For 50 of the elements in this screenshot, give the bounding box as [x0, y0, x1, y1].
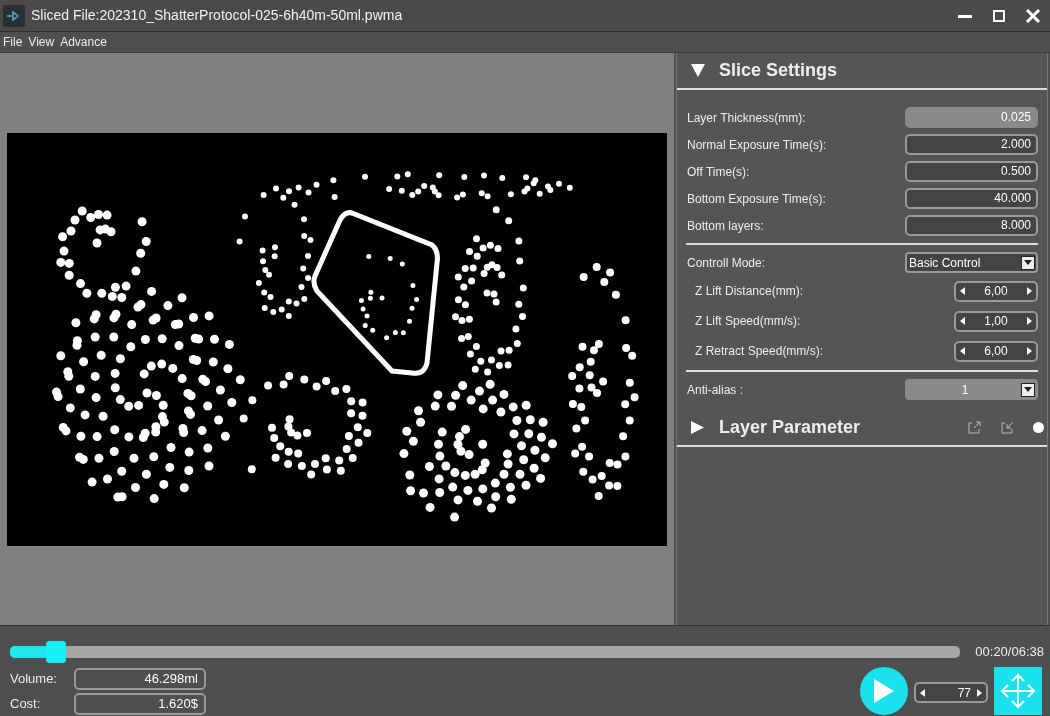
number-field[interactable]: 2.000 — [905, 134, 1038, 155]
play-button[interactable] — [860, 667, 908, 715]
stat-field: 1.620$ — [74, 693, 206, 715]
dropdown[interactable]: Basic Control — [905, 252, 1038, 273]
increment-arrow-icon[interactable] — [977, 688, 982, 697]
status-dot-icon — [1033, 421, 1044, 433]
field-label: Anti-alias : — [687, 381, 744, 399]
spinner-field[interactable]: 6,00 — [954, 340, 1038, 362]
increment-arrow-icon[interactable] — [1027, 287, 1032, 295]
field-label: Off Time(s): — [687, 163, 750, 181]
close-icon[interactable] — [1024, 6, 1042, 25]
decrement-arrow-icon[interactable] — [960, 347, 965, 355]
increment-arrow-icon[interactable] — [1027, 317, 1032, 325]
field-label: Controll Mode: — [687, 254, 766, 272]
field-label: Z Lift Speed(mm/s): — [695, 313, 801, 330]
decrement-arrow-icon[interactable] — [960, 317, 965, 325]
section-title: Layer Parameter — [719, 415, 861, 439]
field-label: Normal Exposure Time(s): — [687, 136, 827, 154]
menu-item[interactable]: View — [25, 33, 58, 51]
play-icon — [874, 679, 894, 703]
app-logo-icon — [3, 4, 25, 27]
field-label: Bottom Exposure Time(s): — [687, 190, 826, 208]
menu-item[interactable]: File — [0, 33, 26, 51]
maximize-icon[interactable] — [992, 8, 1006, 23]
section-title: Slice Settings — [719, 59, 838, 82]
decrement-arrow-icon[interactable] — [960, 287, 965, 295]
field-label: Z Retract Speed(mm/s): — [695, 343, 824, 360]
field-label: Layer Thickness(mm): — [687, 109, 806, 127]
number-field[interactable]: 0.500 — [905, 161, 1038, 182]
dropdown: 1 — [905, 379, 1038, 400]
field-label: Bottom layers: — [687, 217, 764, 235]
stat-label: Volume: — [10, 670, 58, 689]
spinner-field[interactable]: 1,00 — [954, 310, 1038, 332]
spinner-field[interactable]: 6,00 — [954, 280, 1038, 302]
stat-field: 46.298ml — [74, 668, 206, 690]
menu-item[interactable]: Advance — [57, 33, 110, 51]
number-field: 0.025 — [905, 107, 1038, 128]
layer-spinner[interactable]: 77 — [914, 682, 988, 703]
field-label: Z Lift Distance(mm): — [695, 283, 803, 300]
timeline-slider[interactable] — [10, 641, 960, 663]
number-field[interactable]: 40.000 — [905, 188, 1038, 209]
import-icon[interactable] — [1000, 419, 1015, 435]
decrement-arrow-icon[interactable] — [920, 688, 925, 697]
window-title: Sliced File:202310_ShatterProtocol-025-6h40m-50ml.pwma — [31, 6, 404, 25]
slider-thumb[interactable] — [45, 641, 66, 663]
time-readout: 00:20/06:38 — [975, 643, 1044, 662]
increment-arrow-icon[interactable] — [1027, 347, 1032, 355]
number-field[interactable]: 8.000 — [905, 215, 1038, 236]
export-icon[interactable] — [967, 419, 982, 435]
stat-label: Cost: — [10, 695, 42, 714]
